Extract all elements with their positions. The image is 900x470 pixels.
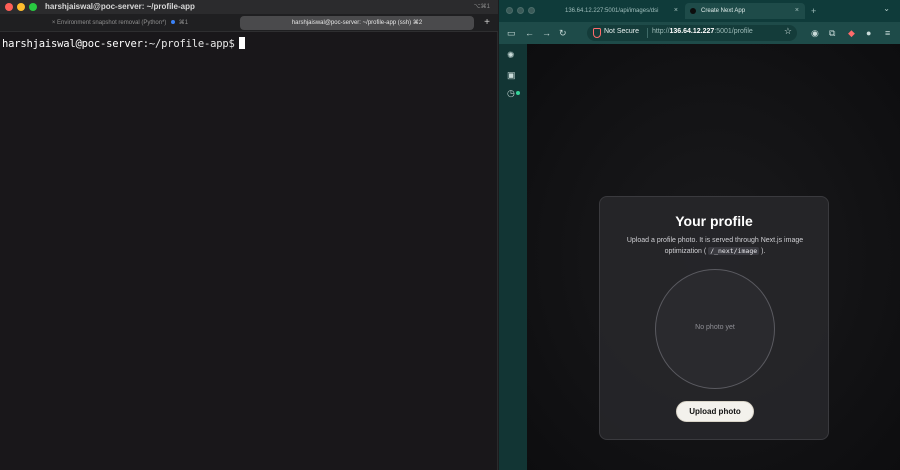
- terminal-tab-1[interactable]: × Environment snapshot removal (Python*)…: [4, 16, 236, 30]
- shell-prompt: harshjaiswal@poc-server:~/profile-app$: [2, 37, 496, 50]
- new-tab-button[interactable]: +: [481, 16, 493, 30]
- prompt-path: :~/profile-app$: [142, 38, 235, 50]
- bookmark-star-icon[interactable]: ☆: [784, 26, 792, 37]
- address-bar[interactable]: Not Secure http://136.64.12.227:5001/pro…: [587, 25, 797, 41]
- extension-icon[interactable]: ●: [866, 27, 871, 39]
- close-window-button[interactable]: [5, 3, 13, 11]
- browser-tab-2-label: Create Next App: [701, 8, 746, 14]
- terminal-tab-2-label: harshjaiswal@poc-server: ~/profile-app (…: [291, 20, 412, 26]
- avatar-placeholder: No photo yet: [655, 269, 775, 389]
- nextjs-favicon-icon: [690, 8, 696, 14]
- terminal-window: harshjaiswal@poc-server: ~/profile-app ⌥…: [0, 0, 498, 470]
- terminal-cursor: [238, 37, 245, 49]
- browser-close-button[interactable]: [506, 7, 513, 14]
- page-title: Your profile: [675, 213, 753, 229]
- terminal-titlebar: harshjaiswal@poc-server: ~/profile-app ⌥…: [0, 0, 498, 14]
- shield-warning-icon: [593, 28, 601, 38]
- terminal-tab-1-shortcut: ⌘1: [178, 20, 189, 26]
- browser-tab-api-image[interactable]: 136.64.12.227:5001/api/images/dsi ×: [559, 3, 684, 19]
- history-clock-icon[interactable]: ◷: [507, 88, 515, 99]
- browser-zoom-button[interactable]: [528, 7, 535, 14]
- terminal-title: harshjaiswal@poc-server: ~/profile-app: [45, 2, 195, 11]
- browser-toolbar: ▭ ← → ↻ Not Secure http://136.64.12.227:…: [499, 22, 900, 44]
- upload-photo-button[interactable]: Upload photo: [676, 401, 754, 422]
- reload-icon[interactable]: ↻: [559, 27, 567, 39]
- profile-card: Your profile Upload a profile photo. It …: [599, 196, 829, 440]
- terminal-body[interactable]: harshjaiswal@poc-server:~/profile-app$: [0, 32, 498, 470]
- menu-icon[interactable]: ≡: [885, 27, 890, 39]
- url-divider: [647, 28, 648, 38]
- terminal-tab-2[interactable]: harshjaiswal@poc-server: ~/profile-app (…: [240, 16, 474, 30]
- url-scheme: http://: [652, 28, 670, 35]
- chevron-down-icon[interactable]: ⌄: [883, 4, 890, 13]
- ai-assistant-icon[interactable]: ✺: [507, 50, 515, 61]
- account-icon[interactable]: ◉: [811, 27, 819, 39]
- terminal-tab-1-label: Environment snapshot removal (Python*): [57, 20, 167, 26]
- notification-dot-icon: [516, 91, 520, 95]
- close-icon[interactable]: ×: [674, 3, 678, 19]
- terminal-shortcut: ⌥⌘1: [473, 4, 490, 10]
- back-arrow-icon[interactable]: ←: [525, 27, 534, 39]
- terminal-tab-2-shortcut: ⌘2: [412, 20, 423, 26]
- page-viewport: Your profile Upload a profile photo. It …: [527, 44, 900, 470]
- terminal-tabbar: × Environment snapshot removal (Python*)…: [0, 14, 498, 32]
- desc-suffix: ).: [761, 248, 766, 255]
- not-secure-label: Not Secure: [604, 28, 640, 35]
- url-host: 136.64.12.227: [669, 28, 715, 35]
- browser-sidebar: ✺ ▣ ◷: [499, 44, 527, 470]
- url-rest: :5001/profile: [714, 28, 753, 35]
- forward-arrow-icon[interactable]: →: [542, 27, 551, 39]
- zoom-window-button[interactable]: [29, 3, 37, 11]
- avatar-placeholder-text: No photo yet: [695, 324, 735, 331]
- browser-new-tab-button[interactable]: +: [811, 3, 816, 19]
- url-text: http://136.64.12.227:5001/profile: [652, 28, 753, 35]
- browser-tab-1-label: 136.64.12.227:5001/api/images/dsi: [565, 8, 659, 14]
- activity-dot-icon: [171, 20, 176, 25]
- browser-tabstrip: 136.64.12.227:5001/api/images/dsi × Crea…: [499, 0, 900, 22]
- extensions-icon[interactable]: ⧉: [829, 27, 835, 39]
- sidebar-toggle-icon[interactable]: ▭: [507, 27, 516, 39]
- browser-minimize-button[interactable]: [517, 7, 524, 14]
- save-icon[interactable]: ▣: [507, 70, 516, 81]
- ublock-icon[interactable]: ◆: [848, 27, 855, 39]
- tab-close-icon[interactable]: ×: [52, 20, 56, 26]
- browser-window: 136.64.12.227:5001/api/images/dsi × Crea…: [499, 0, 900, 470]
- minimize-window-button[interactable]: [17, 3, 25, 11]
- desc-code: /_next/image: [708, 247, 760, 255]
- prompt-user: harshjaiswal@poc-server: [2, 38, 143, 50]
- close-icon[interactable]: ×: [795, 3, 799, 19]
- profile-description: Upload a profile photo. It is served thr…: [614, 235, 816, 257]
- browser-tab-create-next-app[interactable]: Create Next App ×: [685, 3, 805, 19]
